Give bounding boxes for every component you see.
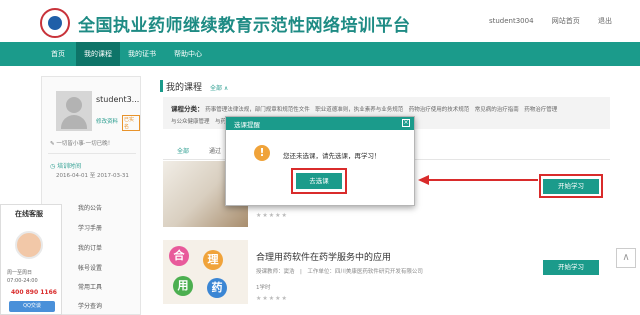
- sidebar-item-credits[interactable]: 学分查询: [78, 301, 102, 310]
- tab-all[interactable]: 全部: [177, 146, 189, 155]
- nav-home[interactable]: 首页: [40, 42, 76, 66]
- dialog-header: 选课提醒 ×: [226, 117, 414, 130]
- service-days: 周一至周日: [7, 270, 33, 276]
- avatar: [56, 91, 92, 131]
- main-nav: 首页 我的课程 我的证书 帮助中心: [0, 42, 640, 66]
- thumb-char-1: 合: [169, 246, 189, 266]
- logout-link[interactable]: 退出: [598, 17, 612, 25]
- nav-help-center[interactable]: 帮助中心: [166, 42, 210, 66]
- start-learning-button-2[interactable]: 开始学习: [543, 260, 599, 275]
- annotation-arrow-line: [428, 179, 538, 181]
- category-label: 课程分类：: [171, 105, 204, 113]
- sidebar-item-announcements[interactable]: 我的公告: [78, 203, 102, 212]
- category-links-1[interactable]: 药事管理法律法规，部门规章和规范性文件 职业道德准则，执业素养与业务规范 药物治…: [205, 107, 557, 113]
- train-time-label: ◷ 培训时间: [50, 163, 82, 170]
- sidebar-item-tools[interactable]: 常用工具: [78, 282, 102, 291]
- username-link[interactable]: student3004: [489, 17, 534, 25]
- course-rating-2: ★★★★★: [256, 295, 288, 302]
- close-icon[interactable]: ×: [402, 119, 410, 127]
- online-service-title: 在线客服: [15, 210, 43, 218]
- thumb-char-3: 用: [173, 276, 193, 296]
- divider: [48, 153, 136, 154]
- section-marker: [160, 80, 163, 92]
- thumb-char-2: 理: [203, 250, 223, 270]
- user-links: student3004 网站首页 退出: [473, 16, 612, 26]
- scroll-top-button[interactable]: ∧: [616, 248, 636, 268]
- select-course-dialog: 选课提醒 × ! 您还未选课，请先选课，再学习！ 去选课: [225, 116, 415, 206]
- highlight-frame-select: [291, 168, 347, 194]
- course-title-2[interactable]: 合理用药软件在药学服务中的应用: [256, 250, 391, 263]
- sidebar-item-orders[interactable]: 我的订单: [78, 243, 102, 252]
- course-thumbnail-2[interactable]: 合 理 用 药: [163, 240, 248, 304]
- tab-passed[interactable]: 通过: [209, 146, 221, 155]
- user-motto: ✎ 一切皆小事·一切已晚！: [50, 141, 114, 147]
- annotation-arrow-head: [418, 175, 429, 185]
- sidebar-item-handbook[interactable]: 学习手册: [78, 223, 102, 232]
- thumb-char-4: 药: [207, 278, 227, 298]
- service-agent-photo: [15, 231, 43, 259]
- service-hours: 07:00-24:00: [7, 278, 38, 284]
- course-meta-2: 授课教师：窦浩 | 工作单位：四川美康医药软件研究开发有限公司: [256, 269, 423, 275]
- sidebar-username: student3...: [96, 95, 140, 104]
- site-title: 全国执业药师继续教育示范性网络培训平台: [78, 16, 411, 36]
- header: 全国执业药师继续教育示范性网络培训平台 student3004 网站首页 退出: [0, 0, 640, 42]
- all-categories-toggle[interactable]: 全部 ∧: [210, 83, 228, 92]
- nav-my-courses[interactable]: 我的课程: [76, 42, 120, 66]
- page-title: 我的课程: [166, 83, 203, 93]
- dialog-title: 选课提醒: [234, 121, 260, 129]
- edit-profile-link[interactable]: 修改资料: [96, 117, 118, 125]
- warning-icon: !: [254, 145, 270, 161]
- category-line-1: 课程分类： 药事管理法律法规，部门规章和规范性文件 职业道德准则，执业素养与业务…: [171, 103, 611, 113]
- home-link[interactable]: 网站首页: [552, 17, 580, 25]
- course-hours-2: 1学时: [256, 285, 271, 291]
- service-phone: 400 890 1166: [11, 289, 57, 296]
- qq-chat-button[interactable]: QQ交谈: [9, 301, 55, 312]
- course-rating-1: ★★★★★: [256, 212, 288, 219]
- motto-text: 一切皆小事·一切已晚！: [56, 141, 114, 147]
- train-date: 2016-04-01 至 2017-03-31: [56, 173, 129, 179]
- site-logo: [40, 8, 70, 38]
- verified-badge: 已实名: [122, 115, 140, 131]
- train-time-text: 培训时间: [57, 163, 82, 170]
- highlight-frame-start: [539, 174, 603, 198]
- dialog-message: 您还未选课，请先选课，再学习！: [283, 152, 381, 160]
- online-service-panel: 在线客服 周一至周日 07:00-24:00 400 890 1166 QQ交谈: [0, 204, 62, 315]
- nav-my-certificates[interactable]: 我的证书: [120, 42, 164, 66]
- sidebar-item-account[interactable]: 帐号设置: [78, 263, 102, 272]
